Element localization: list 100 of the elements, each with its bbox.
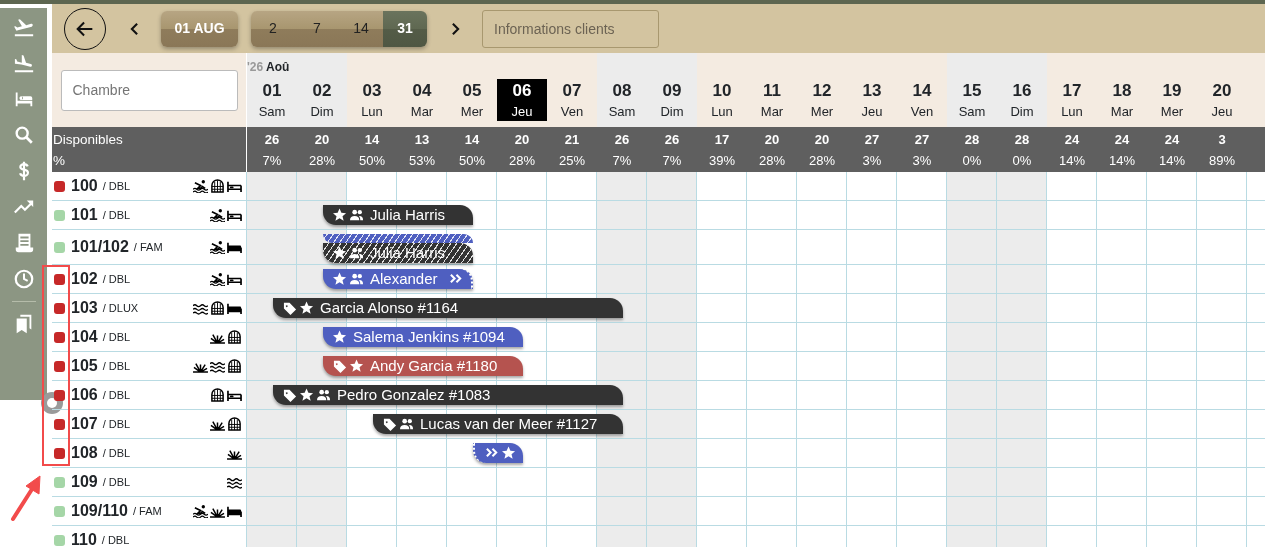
day-label-box[interactable]: 13 Jeu [847,79,897,121]
weekday-label: Jeu [860,103,884,121]
available-count: 26 [613,130,631,149]
weekday-label: Dim [309,103,335,121]
booking-bar[interactable]: Lucas van der Meer #1127 [373,414,623,434]
room-number: 103 [71,298,98,318]
room-type: / DBL [102,474,131,490]
day-number: 09 [661,80,683,102]
booking-bar[interactable]: Pedro Gonzalez #1083 [273,385,623,405]
room-type: / DBL [102,329,131,345]
range-tab[interactable]: 31 [383,10,427,47]
weekday-label: Ven [909,103,935,121]
star-icon [333,246,347,260]
room-number: 110 [71,530,97,547]
room-number: 102 [71,269,98,289]
day-label-box[interactable]: 15 Sam [947,79,997,121]
swimmer-icon [193,179,208,193]
weekday-label: Dim [659,103,685,121]
occupancy-percent: 28% [808,151,836,170]
booking-bar[interactable] [323,234,473,243]
weekday-label: Mer [1159,103,1185,121]
day-label-box[interactable]: 19 Mer [1147,79,1197,121]
day-number: 18 [1111,80,1133,102]
tag-icon [333,359,347,373]
star-icon [502,446,516,460]
stats-label: Disponibles [53,130,124,149]
available-count: 20 [763,130,781,149]
day-label-box[interactable]: 04 Mar [397,79,447,121]
clock-icon[interactable] [12,268,35,290]
arched-window-icon [210,388,225,402]
range-tab[interactable]: 14 [339,10,383,47]
booking-bar[interactable]: Garcia Alonso #1164 [273,298,623,318]
range-tab[interactable]: 2 [251,10,295,47]
bed-icon [227,240,242,254]
range-tab[interactable]: 7 [295,10,339,47]
guest-name: Garcia Alonso #1164 [320,297,459,318]
room-type: / FAM [132,503,162,519]
room-number: 109 [71,472,98,492]
plane-departure-icon[interactable] [12,16,35,38]
available-count: 17 [713,130,731,149]
room-type: / DBL [102,445,131,461]
day-label-box[interactable]: 06 Jeu [497,79,547,121]
day-number: 11 [762,80,782,102]
day-number: 05 [461,80,483,102]
search-field[interactable]: Informations clients [482,9,659,48]
booking-bar[interactable]: Alexander [323,269,473,289]
available-count: 14 [363,130,381,149]
day-label-box[interactable]: 03 Lun [347,79,397,121]
people-icon [317,388,331,402]
occupancy-percent: 28% [758,151,786,170]
booking-bar[interactable]: Julia Harris [323,205,473,225]
swimmer-icon [193,504,208,518]
pointer-arrow [9,474,43,522]
month-label: '26 Aoû [247,59,290,76]
bed-icon [227,208,242,222]
available-count: 20 [813,130,831,149]
occupancy-percent: 53% [408,151,436,170]
day-label-box[interactable]: 11 Mar [747,79,797,121]
day-label-box[interactable]: 10 Lun [697,79,747,121]
guest-name: Pedro Gonzalez #1083 [337,384,491,405]
day-label-box[interactable]: 17 Lun [1047,79,1097,121]
day-label-box[interactable]: 20 Jeu [1197,79,1247,121]
room-type: / DLUX [102,300,139,316]
room-type: / DBL [102,416,131,432]
day-label-box[interactable]: 12 Mer [797,79,847,121]
available-count: 27 [863,130,881,149]
people-icon [400,417,414,431]
day-number: 06 [511,80,533,102]
day-label-box[interactable]: 05 Mer [447,79,497,121]
day-label-box[interactable]: 02 Dim [297,79,347,121]
room-type: / DBL [101,532,130,547]
occupancy-percent: 14% [1108,151,1136,170]
available-count: 28 [963,130,981,149]
day-label-box[interactable]: 01 Sam [247,79,297,121]
day-label-box[interactable]: 14 Ven [897,79,947,121]
waves-icon [227,475,242,489]
room-number: 106 [71,385,98,405]
day-number: 15 [961,80,983,102]
plane-arrival-icon[interactable] [12,52,35,74]
weekday-label: Mar [759,103,785,121]
booking-bar[interactable]: Andy Garcia #1180 [323,356,523,376]
day-number: 03 [361,80,383,102]
tag-icon [283,301,297,315]
booking-bar[interactable]: Salema Jenkins #1094 [323,327,523,347]
day-number: 19 [1161,80,1183,102]
occupancy-percent: 50% [458,151,486,170]
day-label-box[interactable]: 18 Mar [1097,79,1147,121]
star-icon [333,208,347,222]
day-label-box[interactable]: 09 Dim [647,79,697,121]
available-count: 27 [913,130,931,149]
day-label-box[interactable]: 08 Sam [597,79,647,121]
arched-window-icon [210,301,225,315]
occupancy-percent: 28% [508,151,536,170]
day-label-box[interactable]: 07 Ven [547,79,597,121]
booking-bar[interactable] [473,443,523,463]
star-icon [333,330,347,344]
weekday-label: Lun [360,103,384,121]
day-label-box[interactable]: 16 Dim [997,79,1047,121]
bed-icon [227,388,242,402]
room-search-field[interactable]: Chambre [60,69,238,111]
